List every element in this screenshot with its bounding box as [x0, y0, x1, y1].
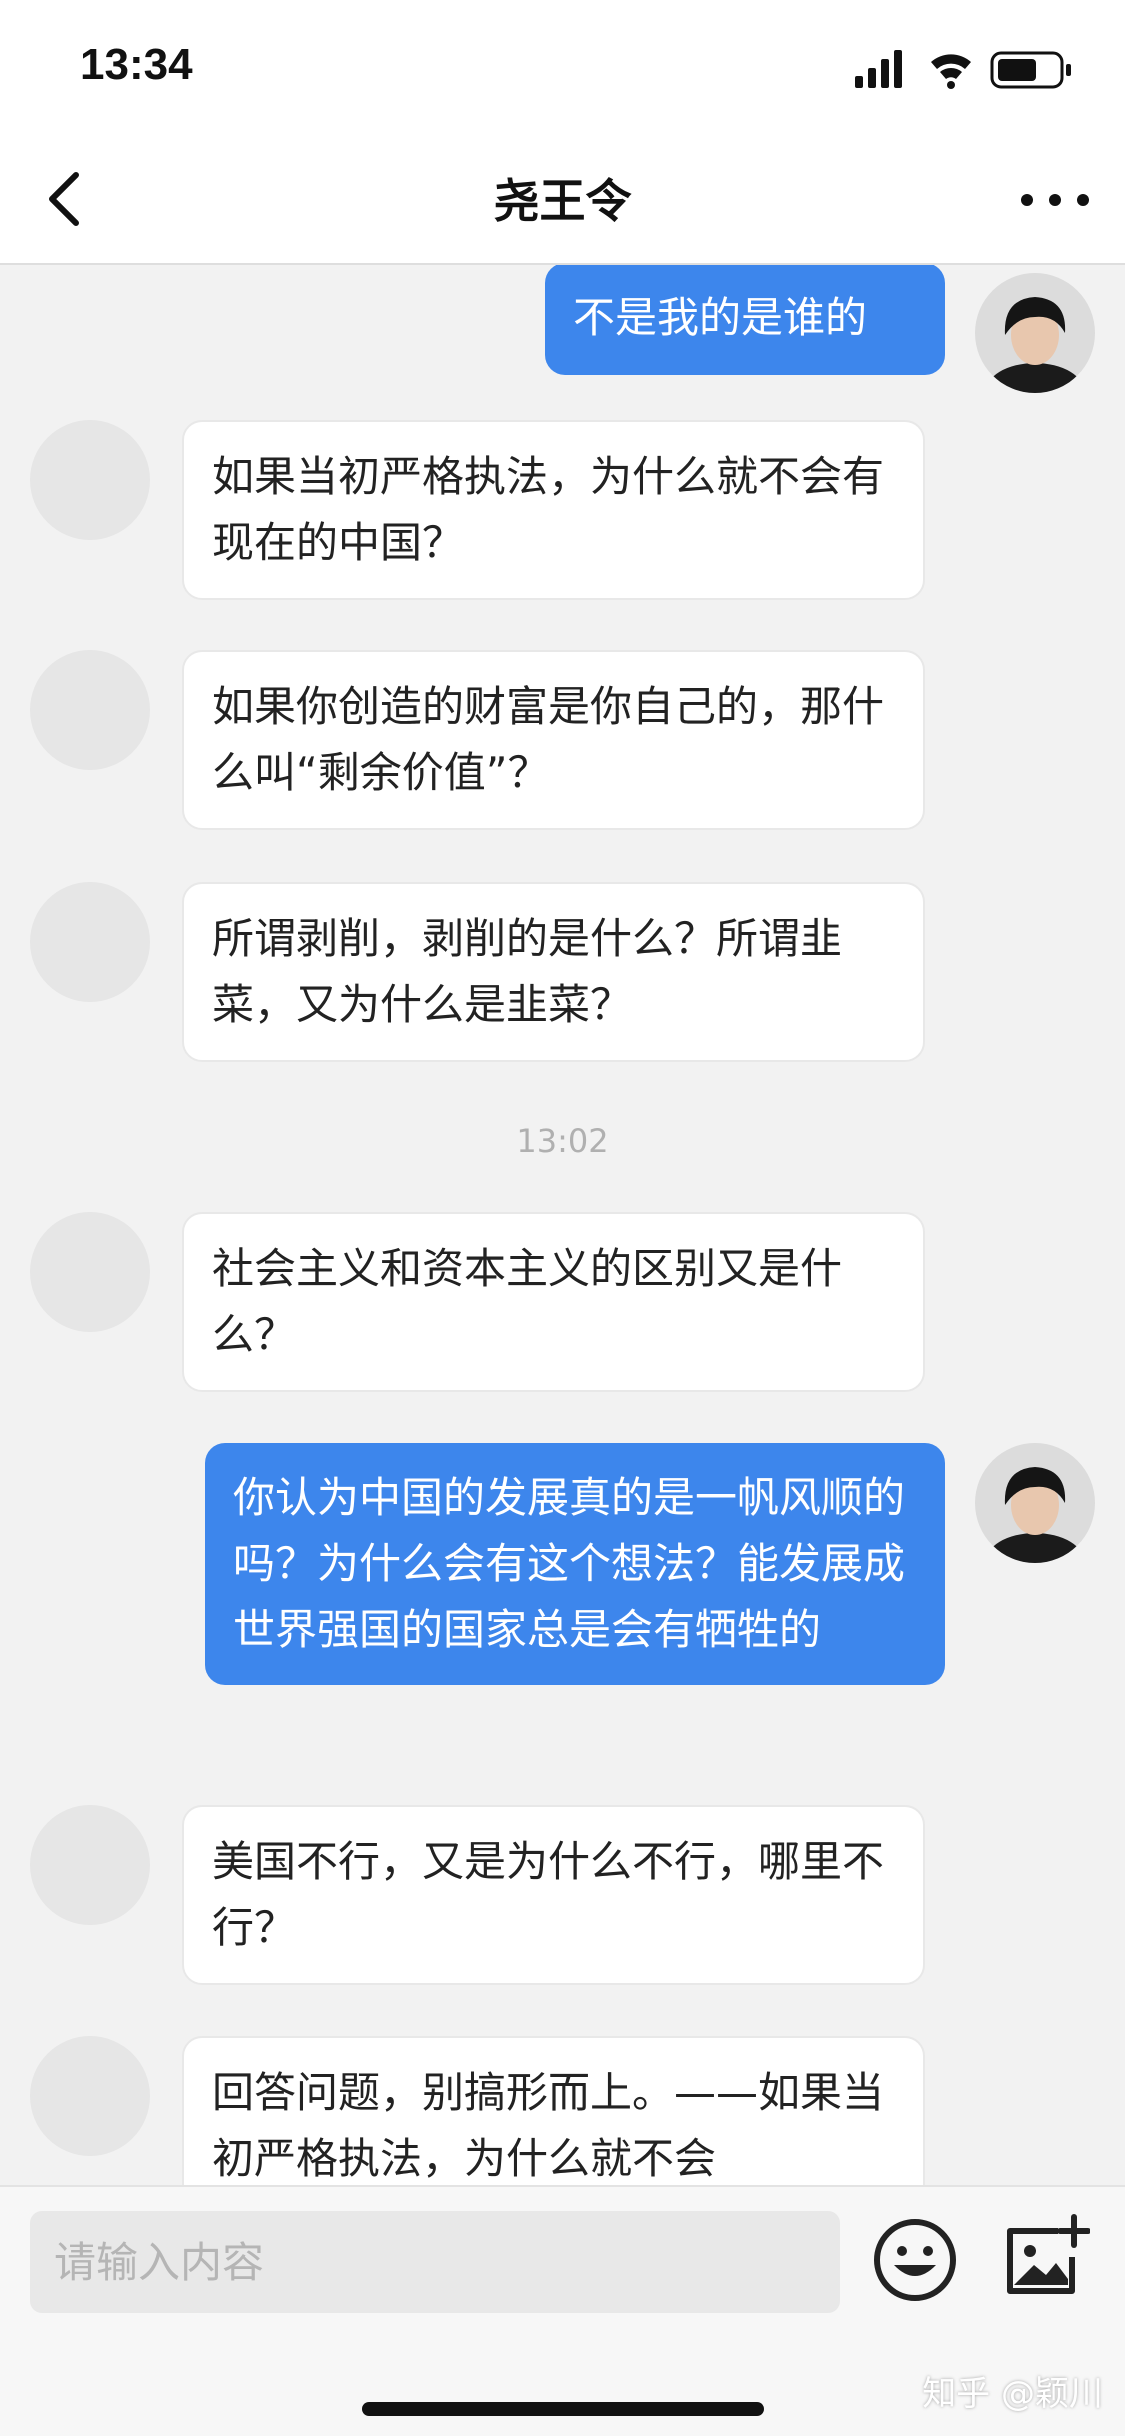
sender-avatar[interactable] — [30, 650, 150, 770]
chat-header: 尧王令 — [0, 135, 1125, 265]
emoji-icon[interactable] — [870, 2215, 960, 2305]
person-avatar-icon — [975, 1443, 1095, 1563]
message-text: 不是我的是谁的 — [573, 293, 868, 342]
person-avatar-icon — [975, 273, 1095, 393]
message-text: 如果当初严格执法，为什么就不会有现在的中国？ — [212, 452, 885, 567]
incoming-message[interactable]: 如果你创造的财富是你自己的，那什么叫“剩余价值”？ — [182, 650, 925, 830]
signal-icon — [855, 50, 902, 88]
status-time: 13:34 — [80, 40, 193, 89]
outgoing-message[interactable]: 你认为中国的发展真的是一帆风顺的吗？为什么会有这个想法？能发展成世界强国的国家总… — [205, 1443, 945, 1685]
watermark: 知乎 @颖川 — [922, 2374, 1103, 2414]
status-icons — [855, 50, 1071, 89]
incoming-message[interactable]: 回答问题，别搞形而上。——如果当初严格执法，为什么就不会 — [182, 2036, 925, 2185]
more-dots-icon[interactable] — [1015, 180, 1095, 220]
sender-avatar[interactable] — [30, 2036, 150, 2156]
sender-avatar[interactable] — [30, 882, 150, 1002]
user-avatar[interactable] — [975, 273, 1095, 393]
message-input[interactable] — [30, 2211, 840, 2313]
outgoing-message[interactable]: 不是我的是谁的 — [545, 265, 945, 375]
message-text: 如果你创造的财富是你自己的，那什么叫“剩余价值”？ — [212, 682, 885, 797]
incoming-message[interactable]: 所谓剥削，剥削的是什么？所谓韭菜，又为什么是韭菜？ — [182, 882, 925, 1062]
user-avatar[interactable] — [975, 1443, 1095, 1563]
message-text: 回答问题，别搞形而上。——如果当初严格执法，为什么就不会 — [212, 2068, 885, 2183]
incoming-message[interactable]: 社会主义和资本主义的区别又是什么？ — [182, 1212, 925, 1392]
wifi-icon — [931, 54, 971, 89]
add-image-icon[interactable] — [1000, 2213, 1090, 2303]
sender-avatar[interactable] — [30, 1805, 150, 1925]
message-text: 所谓剥削，剥削的是什么？所谓韭菜，又为什么是韭菜？ — [212, 914, 843, 1029]
home-indicator — [362, 2402, 764, 2416]
sender-avatar[interactable] — [30, 1212, 150, 1332]
status-bar: 13:34 — [0, 0, 1125, 135]
message-list[interactable]: 不是我的是谁的 如果当初严格执法，为什么就不会有现在的中国？ 如果你创造的财富是… — [0, 265, 1125, 2185]
message-text: 你认为中国的发展真的是一帆风顺的吗？为什么会有这个想法？能发展成世界强国的国家总… — [233, 1473, 906, 1654]
incoming-message[interactable]: 美国不行，又是为什么不行，哪里不行？ — [182, 1805, 925, 1985]
message-text: 社会主义和资本主义的区别又是什么？ — [212, 1244, 843, 1359]
incoming-message[interactable]: 如果当初严格执法，为什么就不会有现在的中国？ — [182, 420, 925, 600]
sender-avatar[interactable] — [30, 420, 150, 540]
time-separator: 13:02 — [516, 1122, 609, 1160]
back-arrow-icon[interactable] — [32, 163, 102, 233]
message-text: 美国不行，又是为什么不行，哪里不行？ — [212, 1837, 885, 1952]
chat-title: 尧王令 — [493, 174, 632, 228]
battery-icon — [990, 51, 1071, 89]
